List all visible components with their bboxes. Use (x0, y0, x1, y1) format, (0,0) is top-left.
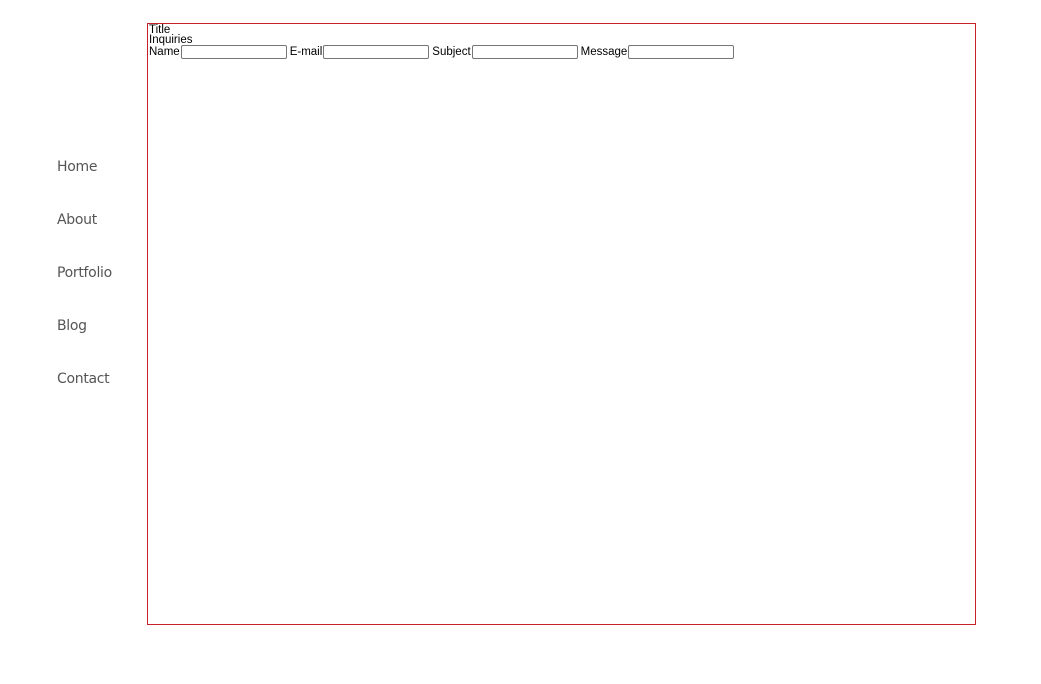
subject-input[interactable] (471, 45, 578, 59)
nav-link-contact[interactable]: Contact (57, 366, 142, 419)
page-title: Title (149, 24, 171, 36)
email-input[interactable] (323, 45, 430, 59)
nav-link-blog[interactable]: Blog (57, 313, 142, 366)
message-input[interactable] (628, 45, 735, 59)
subject-label: Subject (432, 46, 471, 58)
nav-link-home[interactable]: Home (57, 154, 142, 207)
inquiries-heading: Inquiries (149, 34, 193, 46)
name-input[interactable] (180, 45, 287, 59)
nav-link-about[interactable]: About (57, 207, 142, 260)
page: Home About Portfolio Blog Contact Title … (0, 0, 1041, 684)
name-label: Name (149, 46, 180, 58)
email-label: E-mail (289, 46, 323, 58)
nav-link-portfolio[interactable]: Portfolio (57, 260, 142, 313)
content-inner: Title Inquiries Name E-mail Subject Mess… (148, 24, 975, 60)
message-label: Message (580, 46, 628, 58)
content-frame: Title Inquiries Name E-mail Subject Mess… (147, 23, 976, 625)
sidebar-nav: Home About Portfolio Blog Contact (57, 154, 142, 419)
inquiry-form: Name E-mail Subject Message (149, 44, 975, 60)
